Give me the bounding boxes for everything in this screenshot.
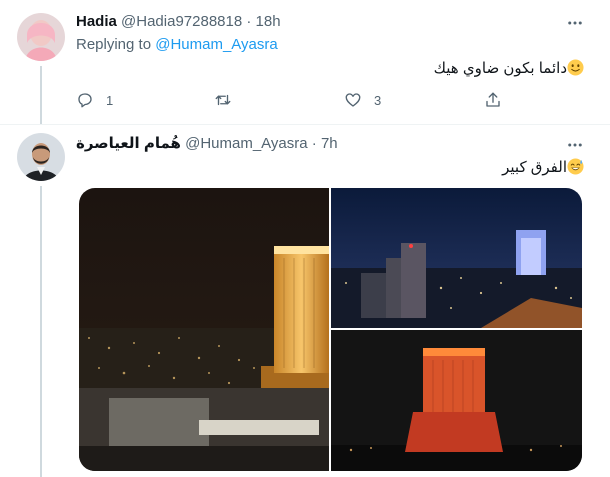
photo-city-night-orange-tower[interactable] (79, 188, 329, 471)
display-name[interactable]: هُمام العياصرة (76, 135, 181, 152)
reply-button[interactable]: 1 (76, 90, 113, 110)
retweet-button[interactable] (214, 90, 244, 110)
avatar-hadia[interactable] (17, 13, 65, 61)
more-options-icon[interactable] (566, 14, 584, 32)
tweet-header: Hadia @Hadia97288818 · 18h (76, 13, 281, 30)
like-count: 3 (374, 92, 382, 108)
avatar-humam[interactable] (17, 133, 65, 181)
timestamp[interactable]: 18h (256, 13, 281, 30)
grinning-sweat-face-icon (567, 158, 584, 175)
retweet-icon (215, 94, 231, 106)
slightly-smiling-face-icon (567, 59, 584, 76)
tweet-actions: 1 3 (76, 90, 506, 110)
tweet-media-grid (79, 188, 582, 471)
user-handle[interactable]: @Humam_Ayasra (185, 135, 308, 152)
thread-line (40, 66, 42, 124)
tweet-text: دائما بكون ضاوي هيك (434, 59, 584, 77)
reply-count: 1 (106, 92, 114, 108)
tweet-reply[interactable]: Hadia @Hadia97288818 · 18h Replying to @… (0, 0, 610, 125)
thread-line (40, 186, 42, 477)
mention-link[interactable]: @Humam_Ayasra (155, 36, 278, 53)
like-button[interactable]: 3 (344, 90, 381, 110)
display-name[interactable]: Hadia (76, 13, 117, 30)
share-button[interactable] (484, 90, 502, 110)
timestamp[interactable]: 7h (321, 135, 338, 152)
user-handle[interactable]: @Hadia97288818 (121, 13, 242, 30)
more-options-icon[interactable] (566, 136, 584, 154)
heart-icon (345, 93, 361, 107)
tweet-header: هُمام العياصرة @Humam_Ayasra · 7h (76, 135, 338, 152)
replying-to: Replying to @Humam_Ayasra (76, 36, 278, 53)
photo-red-lit-tower-night[interactable] (331, 330, 582, 471)
tweet-text: الفرق كبير (502, 158, 584, 176)
photo-city-night-blue-tower[interactable] (331, 188, 582, 328)
share-icon (486, 92, 500, 107)
reply-icon (78, 93, 92, 108)
